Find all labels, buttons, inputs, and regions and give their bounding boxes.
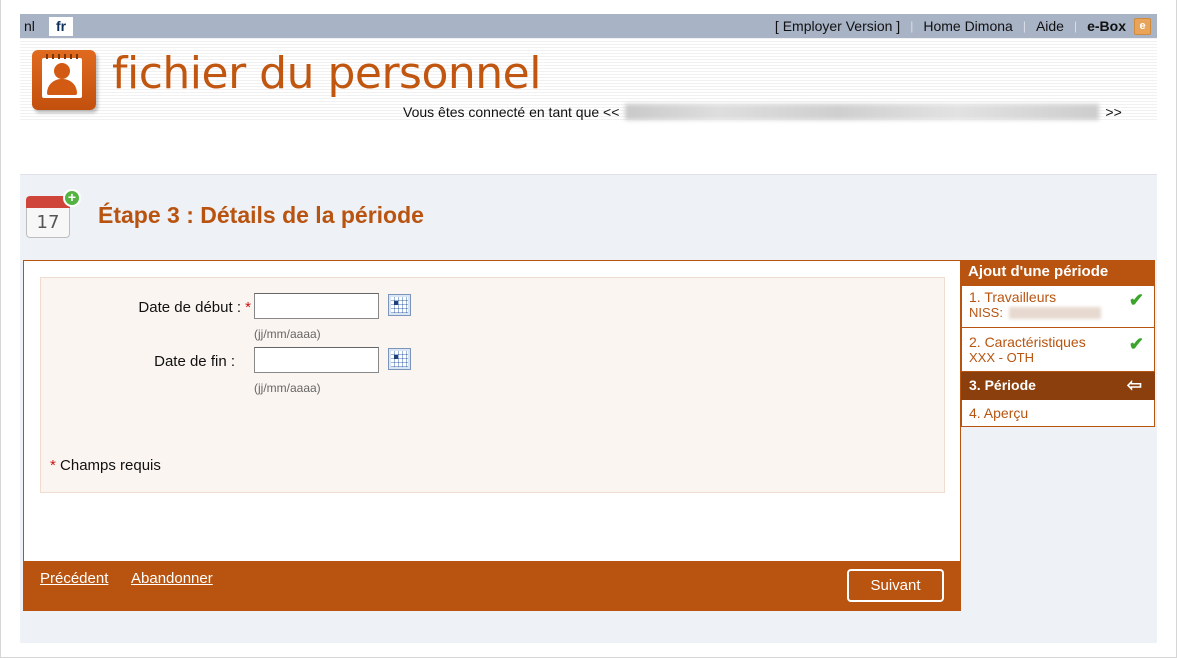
redacted-user <box>625 104 1100 120</box>
start-date-input[interactable] <box>254 293 379 319</box>
start-date-hint: (jj/mm/aaaa) <box>254 327 321 341</box>
connected-as: Vous êtes connecté en tant que << >> <box>403 104 1122 120</box>
aide-link[interactable]: Aide <box>1036 18 1064 34</box>
required-mark: * <box>245 299 251 316</box>
home-dimona-link[interactable]: Home Dimona <box>923 18 1012 34</box>
form-container: Date de début : * (jj/mm/aaaa) Date de f… <box>23 260 961 611</box>
banner: fichier du personnel Vous êtes connecté … <box>20 38 1157 122</box>
calendar-picker-icon[interactable] <box>388 348 411 370</box>
lang-fr-link[interactable]: fr <box>49 17 73 36</box>
arrow-left-icon: ⇦ <box>1126 375 1142 395</box>
start-date-label: Date de début : * <box>61 299 251 316</box>
sidebar-item-sub: NISS: <box>969 305 1147 321</box>
sidebar-item-periode[interactable]: 3. Période ⇦ <box>961 372 1155 400</box>
end-date-label: Date de fin : <box>154 353 235 370</box>
sidebar-item-label: 1. Travailleurs <box>969 289 1057 305</box>
required-note-text: Champs requis <box>60 457 161 474</box>
sidebar-item-travailleurs[interactable]: 1. Travailleurs NISS: ✔ <box>961 286 1155 328</box>
end-date-hint: (jj/mm/aaaa) <box>254 381 321 395</box>
top-links: [ Employer Version ] | Home Dimona | Aid… <box>775 14 1151 38</box>
calendar-picker-icon[interactable] <box>388 294 411 316</box>
sidebar-item-label: 4. Aperçu <box>969 405 1029 421</box>
separator: | <box>910 19 914 33</box>
separator: | <box>1073 19 1078 33</box>
cancel-link[interactable]: Abandonner <box>131 570 213 587</box>
redacted-niss <box>1008 307 1101 319</box>
required-note: * Champs requis <box>50 457 161 474</box>
ebox-link[interactable]: e-Box <box>1087 18 1126 34</box>
employer-version-link[interactable]: [ Employer Version ] <box>775 18 900 34</box>
sidebar-item-label: 2. Caractéristiques <box>969 334 1086 350</box>
calendar-add-icon: 17 + <box>26 189 81 240</box>
calendar-day: 17 <box>26 208 70 238</box>
required-mark: * <box>50 457 56 474</box>
next-button[interactable]: Suivant <box>847 569 944 602</box>
step-sidebar: Ajout d'une période 1. Travailleurs NISS… <box>961 260 1155 427</box>
user-card-icon <box>32 50 96 110</box>
niss-label: NISS: <box>969 305 1003 320</box>
app-title: fichier du personnel <box>112 48 541 99</box>
page-title: Étape 3 : Détails de la période <box>98 202 424 228</box>
lang-nl-link[interactable]: nl <box>24 17 35 36</box>
previous-link[interactable]: Précédent <box>40 570 108 587</box>
end-date-input[interactable] <box>254 347 379 373</box>
separator: | <box>1022 19 1026 33</box>
connected-prefix: Vous êtes connecté en tant que << <box>403 104 620 120</box>
sidebar-item-sub: XXX - OTH <box>969 350 1035 365</box>
form-area: Date de début : * (jj/mm/aaaa) Date de f… <box>40 277 945 493</box>
check-icon: ✔ <box>1128 334 1144 354</box>
connected-suffix: >> <box>1105 104 1122 120</box>
start-date-label-text: Date de début : <box>138 299 241 316</box>
sidebar-title: Ajout d'une période <box>961 260 1155 286</box>
ebox-icon[interactable]: e <box>1134 17 1151 35</box>
plus-icon: + <box>63 189 81 207</box>
sidebar-item-apercu[interactable]: 4. Aperçu <box>961 400 1155 427</box>
sidebar-item-label: 3. Période <box>969 377 1036 393</box>
top-bar: nl fr [ Employer Version ] | Home Dimona… <box>20 14 1157 38</box>
check-icon: ✔ <box>1128 290 1144 310</box>
sidebar-item-caracteristiques[interactable]: 2. Caractéristiques XXX - OTH ✔ <box>961 328 1155 372</box>
form-footer: Précédent Abandonner Suivant <box>24 561 960 610</box>
